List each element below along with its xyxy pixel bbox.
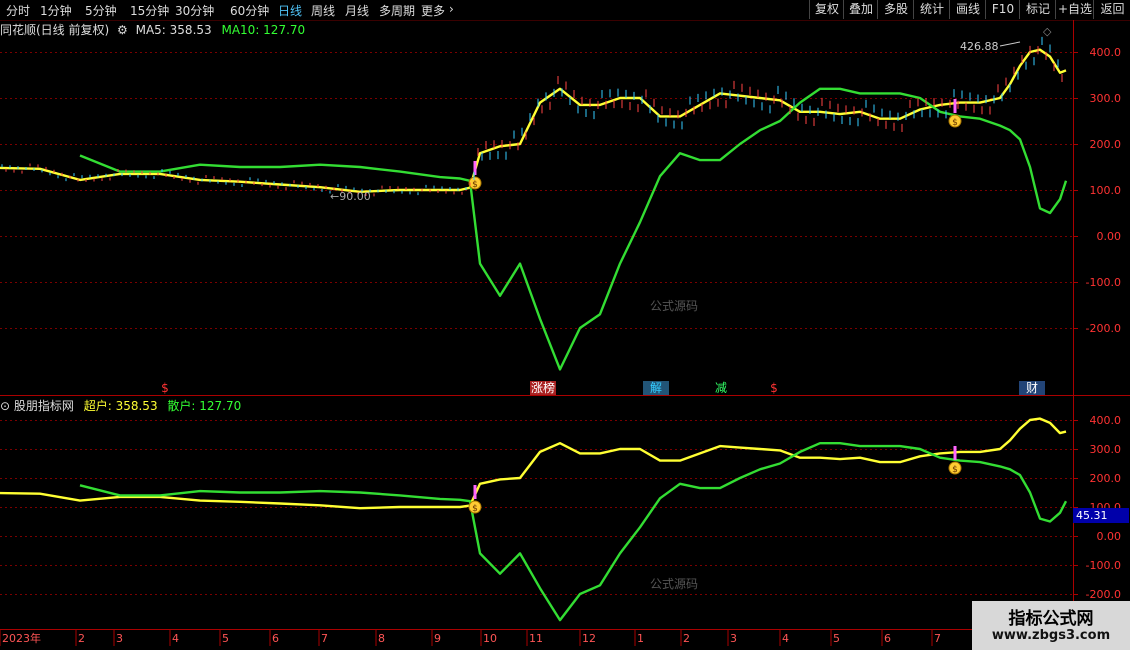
date-label: 2 [683,632,690,645]
chart-canvas[interactable]: 400.0 300.0 200.0 100.0 0.00 -100.0 -200.0 公式源码… [0,0,1130,650]
price-max-label: 426.88 [960,40,999,53]
date-label: 4 [172,632,179,645]
sub-series-1 [79,442,1068,622]
date-label: 8 [378,632,385,645]
sub-tick-label: -100.0 [1086,559,1121,572]
sub-signal-bar [953,446,957,460]
event-label: $ [770,381,778,395]
event-label: 解 [650,381,662,395]
sub-tick-label: -200.0 [1086,588,1121,601]
date-label: 10 [483,632,497,645]
sub-tick-label: 300.0 [1090,443,1122,456]
date-label: 4 [782,632,789,645]
date-label: 11 [529,632,543,645]
date-label: 7 [321,632,328,645]
event-label: 涨榜 [531,380,555,395]
sub-signal-bar [473,485,477,499]
date-label: 3 [116,632,123,645]
event-label: 减 [715,381,727,395]
sub-money-bag-symbol: $ [472,504,478,514]
main-tick-label: -200.0 [1086,322,1121,335]
main-tick-label: 400.0 [1090,46,1122,59]
main-money-bag-symbol: $ [952,118,958,128]
date-label: 7 [934,632,941,645]
price-min-label: ←90.00 [330,190,371,203]
main-watermark: 公式源码 [650,299,698,313]
main-signal-bar [953,99,957,113]
date-label: 5 [222,632,229,645]
date-label: 2023年 [2,631,41,645]
cursor-value-badge: 45.31 [1073,508,1129,523]
main-tick-label: -100.0 [1086,276,1121,289]
sub-tick-label: 200.0 [1090,472,1122,485]
site-badge-url: www.zbgs3.com [991,628,1111,643]
main-tick-label: 0.00 [1097,230,1122,243]
main-tick-label: 200.0 [1090,138,1122,151]
event-label: 财 [1026,381,1038,395]
event-label: $ [161,381,169,395]
date-label: 5 [833,632,840,645]
date-label: 6 [272,632,279,645]
site-badge: 指标公式网 www.zbgs3.com [972,601,1130,650]
date-label: 2 [78,632,85,645]
diamond-icon: ◇ [1043,25,1052,38]
sub-money-bag-symbol: $ [952,465,958,475]
date-label: 9 [434,632,441,645]
main-series-1 [79,87,1068,371]
sub-tick-label: 400.0 [1090,414,1122,427]
site-badge-title: 指标公式网 [1008,609,1094,629]
price-max-pointer [999,41,1021,47]
main-money-bag-symbol: $ [472,180,478,190]
date-label: 6 [884,632,891,645]
main-tick-label: 100.0 [1090,184,1122,197]
sub-tick-label: 0.00 [1097,530,1122,543]
sub-watermark: 公式源码 [650,577,698,591]
date-label: 3 [730,632,737,645]
date-label: 12 [582,632,596,645]
main-tick-label: 300.0 [1090,92,1122,105]
date-label: 1 [637,632,644,645]
